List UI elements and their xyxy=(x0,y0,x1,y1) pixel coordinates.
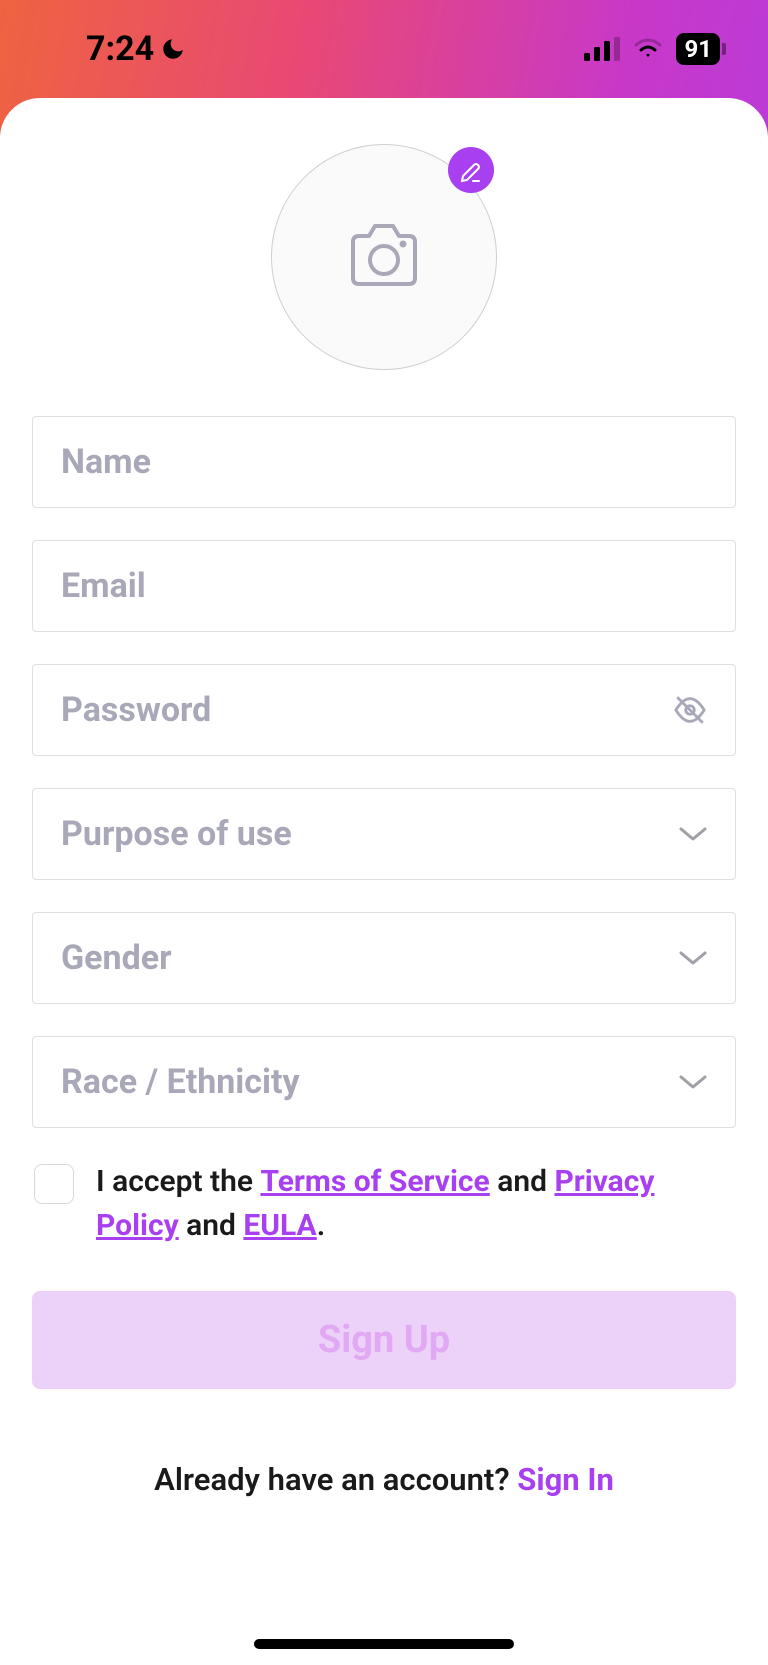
password-input[interactable] xyxy=(61,690,707,730)
consent-checkbox[interactable] xyxy=(34,1164,74,1204)
chevron-down-icon xyxy=(679,1073,707,1091)
purpose-select[interactable]: Purpose of use xyxy=(32,788,736,880)
home-indicator[interactable] xyxy=(254,1639,514,1649)
status-right: 91 xyxy=(584,33,720,65)
signup-card: Purpose of use Gender Race / Ethnicity I… xyxy=(0,98,768,1665)
eula-link[interactable]: EULA xyxy=(243,1208,316,1243)
chevron-down-icon xyxy=(679,825,707,843)
signup-button[interactable]: Sign Up xyxy=(32,1291,736,1389)
tos-link[interactable]: Terms of Service xyxy=(260,1164,489,1199)
password-field[interactable] xyxy=(32,664,736,756)
battery-indicator: 91 xyxy=(676,33,720,65)
status-time-group: 7:24 xyxy=(86,29,186,69)
name-input[interactable] xyxy=(61,442,707,482)
footer-text: Already have an account? Sign In xyxy=(32,1461,736,1498)
camera-icon xyxy=(343,220,425,294)
avatar-upload[interactable] xyxy=(271,144,497,370)
eye-off-icon[interactable] xyxy=(673,693,707,727)
avatar-section xyxy=(32,144,736,370)
gender-label: Gender xyxy=(61,938,172,978)
consent-row: I accept the Terms of Service and Privac… xyxy=(32,1160,736,1247)
pencil-icon xyxy=(459,158,483,182)
gender-select[interactable]: Gender xyxy=(32,912,736,1004)
race-label: Race / Ethnicity xyxy=(61,1062,300,1102)
chevron-down-icon xyxy=(679,949,707,967)
email-input[interactable] xyxy=(61,566,707,606)
purpose-label: Purpose of use xyxy=(61,814,292,854)
name-field[interactable] xyxy=(32,416,736,508)
consent-text: I accept the Terms of Service and Privac… xyxy=(96,1160,734,1247)
moon-icon xyxy=(160,36,186,62)
signin-link[interactable]: Sign In xyxy=(517,1461,614,1498)
cellular-signal-icon xyxy=(584,37,620,61)
battery-level: 91 xyxy=(684,35,712,63)
email-field[interactable] xyxy=(32,540,736,632)
status-time: 7:24 xyxy=(86,29,154,69)
wifi-icon xyxy=(632,37,664,61)
race-select[interactable]: Race / Ethnicity xyxy=(32,1036,736,1128)
edit-avatar-button[interactable] xyxy=(448,147,494,193)
status-bar: 7:24 91 xyxy=(0,0,768,98)
